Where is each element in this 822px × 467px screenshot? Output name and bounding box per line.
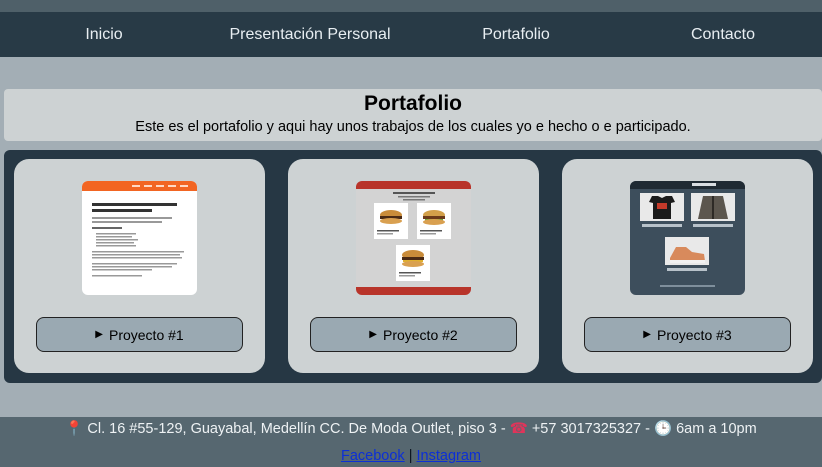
project-card-3: ▶ Proyecto #3: [562, 159, 813, 373]
top-strip: [0, 0, 822, 12]
main-nav: Inicio Presentación Personal Portafolio …: [0, 12, 822, 57]
triangle-right-icon: ▶: [643, 329, 651, 340]
project-card-1: ▶ Proyecto #1: [14, 159, 265, 373]
portfolio-description: Este es el portafolio y aqui hay unos tr…: [135, 119, 691, 135]
footer-phone: +57 3017325327 -: [531, 421, 650, 437]
facebook-link[interactable]: Facebook: [341, 448, 405, 464]
nav-link-inicio[interactable]: Inicio: [85, 12, 122, 57]
clock-icon: 🕒: [653, 421, 673, 437]
triangle-right-icon: ▶: [95, 329, 103, 340]
instagram-link[interactable]: Instagram: [417, 448, 481, 464]
project-1-label: Proyecto #1: [108, 326, 184, 343]
project-1-thumbnail[interactable]: [82, 181, 197, 295]
footer-address: Cl. 16 #55-129, Guayabal, Medellín CC. D…: [87, 421, 506, 437]
triangle-right-icon: ▶: [369, 329, 377, 340]
project-2-label: Proyecto #2: [382, 326, 458, 343]
project-3-label: Proyecto #3: [656, 326, 732, 343]
page-title: Portafolio: [364, 92, 462, 115]
footer-hours: 6am a 10pm: [676, 421, 757, 437]
projects-gallery: ▶ Proyecto #1 ▶ Proyecto #2 ▶ Proyecto #…: [4, 150, 822, 383]
project-card-2: ▶ Proyecto #2: [288, 159, 539, 373]
footer-social-links: Facebook | Instagram: [0, 447, 822, 465]
nav-link-portafolio[interactable]: Portafolio: [482, 12, 550, 57]
project-2-thumbnail[interactable]: [356, 181, 471, 295]
nav-link-contacto[interactable]: Contacto: [691, 12, 755, 57]
telephone-icon: ☎: [509, 421, 528, 437]
project-3-button[interactable]: ▶ Proyecto #3: [584, 317, 791, 352]
footer-contact-line: 📍 Cl. 16 #55-129, Guayabal, Medellín CC.…: [0, 420, 822, 438]
nav-link-presentacion[interactable]: Presentación Personal: [230, 12, 391, 57]
map-pin-icon: 📍: [65, 421, 84, 437]
social-separator: |: [408, 448, 413, 464]
site-footer: 📍 Cl. 16 #55-129, Guayabal, Medellín CC.…: [0, 417, 822, 467]
portfolio-intro: Portafolio Este es el portafolio y aqui …: [4, 89, 822, 141]
project-1-button[interactable]: ▶ Proyecto #1: [36, 317, 243, 352]
project-2-button[interactable]: ▶ Proyecto #2: [310, 317, 517, 352]
project-3-thumbnail[interactable]: [630, 181, 745, 295]
